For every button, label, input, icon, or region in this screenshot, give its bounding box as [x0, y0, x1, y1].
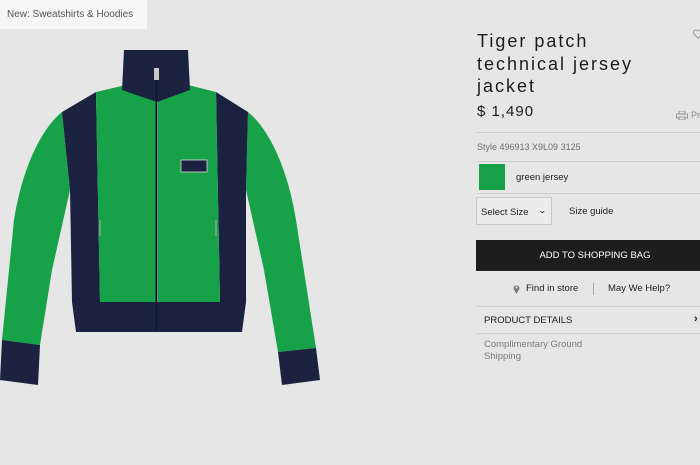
color-name: green jersey: [516, 172, 569, 183]
product-image: [0, 50, 320, 385]
divider: [477, 193, 700, 194]
link-separator: [593, 283, 594, 295]
chevron-right-icon[interactable]: ›: [694, 313, 698, 325]
printer-icon: [676, 110, 688, 120]
product-price: $ 1,490: [477, 103, 535, 120]
product-title: Tiger patch technical jersey jacket: [477, 31, 634, 96]
color-swatch[interactable]: [479, 164, 505, 190]
size-select-label: Select Size: [481, 207, 529, 218]
divider: [477, 306, 700, 307]
size-guide-link[interactable]: Size guide: [569, 206, 613, 217]
shipping-info: Complimentary Ground Shipping: [484, 339, 583, 362]
may-we-help-link[interactable]: May We Help?: [608, 283, 670, 294]
style-number: Style 496913 X9L09 3125: [477, 142, 581, 152]
heart-icon[interactable]: [693, 29, 700, 39]
print-label: Pr: [691, 110, 700, 120]
product-details-toggle[interactable]: PRODUCT DETAILS: [484, 315, 572, 326]
add-to-bag-button[interactable]: ADD TO SHOPPING BAG: [476, 240, 700, 271]
size-select[interactable]: Select Size ⌄: [476, 197, 552, 225]
find-in-store-link[interactable]: Find in store: [513, 283, 578, 294]
divider: [477, 333, 700, 334]
map-pin-icon: [513, 285, 520, 294]
print-button[interactable]: Pr: [676, 110, 700, 120]
breadcrumb-tag[interactable]: New: Sweatshirts & Hoodies: [0, 0, 147, 29]
divider: [477, 161, 700, 162]
divider: [477, 132, 700, 133]
chevron-down-icon: ⌄: [538, 206, 548, 215]
find-in-store-label: Find in store: [526, 283, 579, 294]
